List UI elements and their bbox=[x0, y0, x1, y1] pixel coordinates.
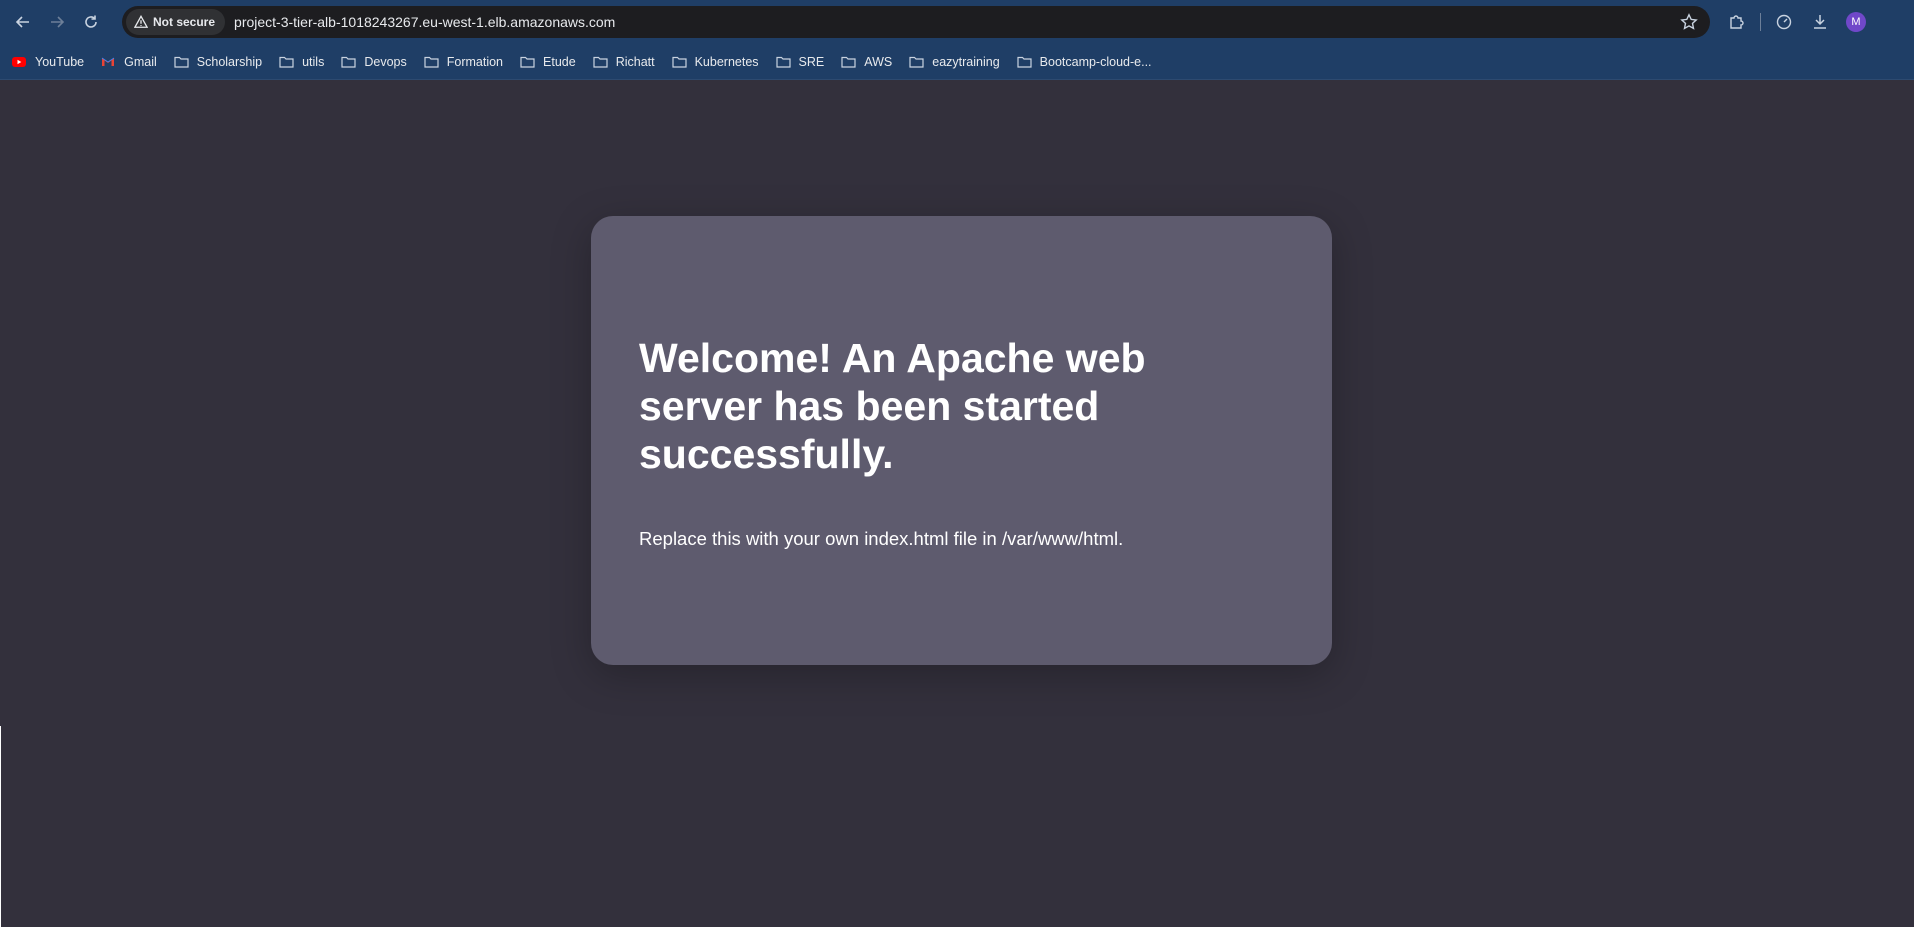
bookmark-folder-etude[interactable]: Etude bbox=[520, 55, 576, 69]
bookmark-folder-bootcamp[interactable]: Bootcamp-cloud-e... bbox=[1017, 55, 1152, 69]
toolbar-divider bbox=[1760, 13, 1761, 31]
downloads-button[interactable] bbox=[1805, 7, 1835, 37]
bookmark-label: utils bbox=[302, 54, 325, 69]
folder-icon bbox=[520, 55, 536, 69]
bookmark-label: eazytraining bbox=[932, 54, 1000, 69]
bookmark-label: Devops bbox=[364, 54, 407, 69]
reload-icon bbox=[85, 15, 97, 28]
bookmark-label: Scholarship bbox=[196, 54, 263, 69]
security-chip-label: Not secure bbox=[153, 15, 216, 29]
browser-toolbar: Not secure project-3-tier-alb-1018243267… bbox=[0, 0, 1914, 44]
bookmark-folder-devops[interactable]: Devops bbox=[341, 54, 407, 69]
folder-icon bbox=[841, 55, 857, 69]
page-title: Welcome! An Apache web server has been s… bbox=[639, 335, 1146, 477]
bookmark-label: Etude bbox=[543, 54, 576, 69]
address-bar[interactable]: Not secure project-3-tier-alb-1018243267… bbox=[122, 6, 1710, 38]
bookmark-label: Bootcamp-cloud-e... bbox=[1039, 54, 1152, 69]
arrow-right-icon bbox=[51, 16, 65, 28]
forward-button[interactable] bbox=[42, 7, 72, 37]
page-message: Replace this with your own index.html fi… bbox=[639, 528, 1124, 549]
gmail-icon bbox=[101, 55, 117, 69]
profile-button[interactable]: M bbox=[1841, 7, 1871, 37]
toolbar-actions: M bbox=[1722, 7, 1877, 37]
bookmark-youtube[interactable]: YouTube bbox=[12, 55, 84, 69]
download-icon bbox=[1814, 15, 1826, 29]
puzzle-icon bbox=[1730, 15, 1744, 29]
bookmark-label: SRE bbox=[798, 54, 825, 69]
bookmark-star-icon[interactable] bbox=[1680, 13, 1698, 31]
bookmark-label: AWS bbox=[864, 54, 893, 69]
bookmark-label: YouTube bbox=[35, 54, 85, 69]
folder-icon bbox=[341, 55, 357, 69]
bookmark-folder-utils[interactable]: utils bbox=[279, 55, 324, 69]
arrow-left-icon bbox=[15, 16, 29, 28]
warning-icon bbox=[134, 15, 148, 28]
bookmark-gmail[interactable]: Gmail bbox=[101, 55, 157, 69]
bookmark-folder-aws[interactable]: AWS bbox=[841, 55, 892, 69]
window-edge bbox=[0, 726, 1, 927]
bookmark-label: Kubernetes bbox=[694, 54, 759, 69]
bookmark-folder-scholarship[interactable]: Scholarship bbox=[174, 55, 262, 69]
speedometer-icon bbox=[1776, 14, 1792, 30]
bookmark-folder-sre[interactable]: SRE bbox=[775, 54, 825, 69]
performance-button[interactable] bbox=[1769, 7, 1799, 37]
bookmark-folder-eazytraining[interactable]: eazytraining bbox=[909, 54, 1000, 69]
folder-icon bbox=[279, 55, 295, 69]
folder-icon bbox=[593, 55, 609, 69]
avatar: M bbox=[1846, 12, 1866, 32]
folder-icon bbox=[671, 55, 688, 69]
welcome-card: Welcome! An Apache web server has been s… bbox=[591, 216, 1332, 665]
back-button[interactable] bbox=[8, 7, 38, 37]
folder-icon bbox=[1017, 55, 1033, 69]
bookmark-folder-richatt[interactable]: Richatt bbox=[593, 55, 655, 69]
folder-icon bbox=[174, 55, 190, 69]
url-text[interactable]: project-3-tier-alb-1018243267.eu-west-1.… bbox=[234, 14, 615, 30]
folder-icon bbox=[775, 55, 792, 69]
page-content: Welcome! An Apache web server has been s… bbox=[0, 80, 1914, 927]
bookmark-label: Gmail bbox=[124, 54, 157, 69]
bookmark-folder-formation[interactable]: Formation bbox=[424, 55, 503, 69]
bookmarks-bar: YouTube Gmail Scholarship utils Devops F… bbox=[0, 44, 1914, 80]
bookmark-label: Formation bbox=[446, 54, 504, 69]
youtube-icon bbox=[12, 55, 28, 69]
folder-icon bbox=[909, 55, 925, 69]
bookmark-folder-kubernetes[interactable]: Kubernetes bbox=[671, 54, 759, 69]
bookmark-label: Richatt bbox=[615, 54, 655, 69]
folder-icon bbox=[424, 55, 440, 69]
extensions-button[interactable] bbox=[1722, 7, 1752, 37]
security-chip[interactable]: Not secure bbox=[126, 9, 226, 35]
reload-button[interactable] bbox=[76, 7, 106, 37]
